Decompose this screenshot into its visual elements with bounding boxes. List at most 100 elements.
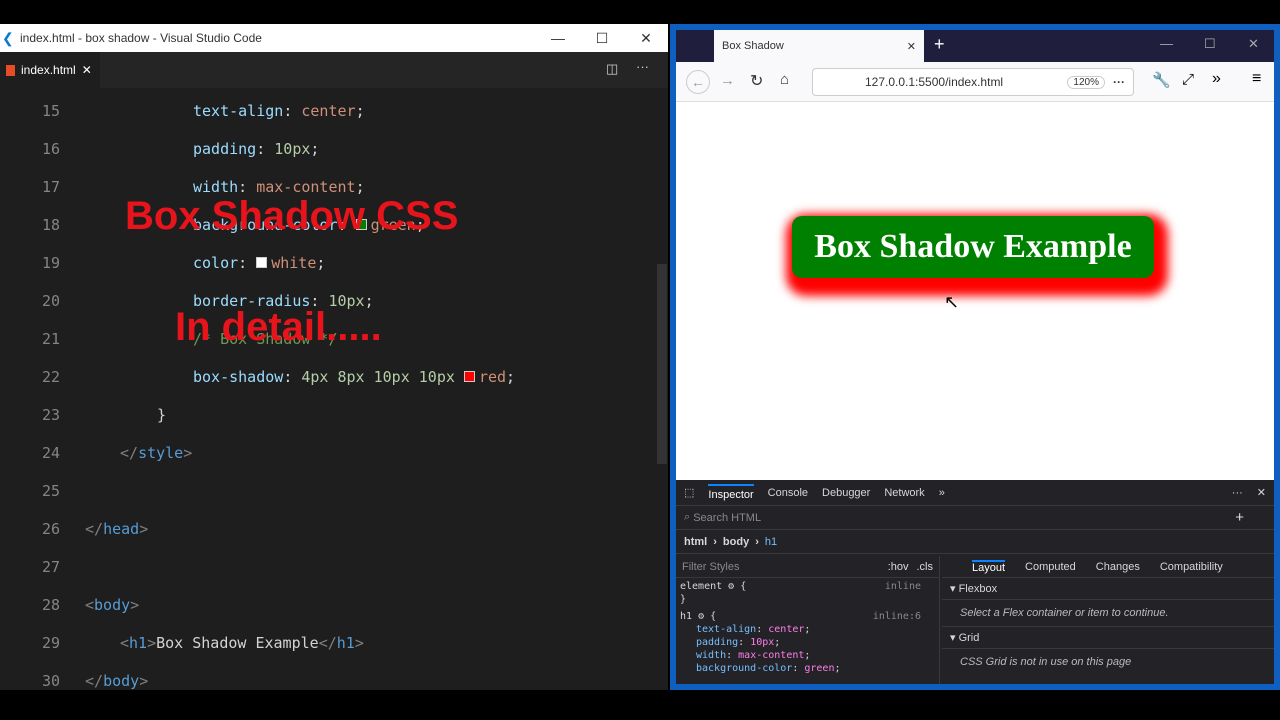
code-token: ;: [316, 254, 326, 272]
vscode-window: ❮ index.html - box shadow - Visual Studi…: [0, 24, 668, 690]
minimize-button[interactable]: —: [536, 30, 580, 46]
code-token: ;: [506, 368, 516, 386]
code-token: </: [85, 672, 104, 690]
search-html-placeholder: Search HTML: [693, 511, 762, 524]
split-editor-icon[interactable]: ◫: [606, 61, 618, 77]
crumb-body[interactable]: body: [723, 536, 749, 548]
code-line[interactable]: 23}: [0, 406, 668, 426]
maximize-icon[interactable]: ☐: [1204, 36, 1216, 52]
css-declaration[interactable]: text-align: center;: [696, 623, 935, 636]
tab-changes[interactable]: Changes: [1096, 561, 1140, 573]
line-number: 19: [41, 254, 60, 272]
code-editor[interactable]: 15 text-align: center; 16 padding: 10px; 17 w…: [0, 88, 668, 690]
tab-compatibility[interactable]: Compatibility: [1160, 561, 1223, 573]
tab-layout[interactable]: Layout: [972, 559, 1006, 574]
code-text: padding: 10px;: [193, 140, 319, 158]
code-line[interactable]: 24 </style>: [0, 444, 668, 464]
fullscreen-icon[interactable]: ⤢: [1182, 71, 1194, 88]
editor-scrollbar[interactable]: [657, 264, 667, 464]
devtools-tabs: ⬚ Inspector Console Debugger Network » ·…: [676, 480, 1274, 506]
code-token: >: [139, 672, 149, 690]
browser-tab-title: Box Shadow: [722, 40, 784, 52]
code-line[interactable]: 28 <body>: [0, 596, 668, 616]
line-number: 27: [41, 558, 60, 576]
code-token: }: [157, 406, 167, 424]
flexbox-section[interactable]: Flexbox: [959, 583, 998, 595]
close-devtools-icon[interactable]: ✕: [1257, 486, 1266, 499]
code-token: head: [103, 520, 140, 538]
tab-console[interactable]: Console: [768, 487, 808, 499]
decl-value: max-content: [738, 650, 805, 661]
flexbox-message: Select a Flex container or item to conti…: [942, 600, 1274, 627]
tab-inspector[interactable]: Inspector: [708, 484, 754, 501]
search-html[interactable]: ⌕ Search HTML +: [676, 506, 1274, 530]
css-declaration[interactable]: background-color: green;: [696, 662, 935, 675]
line-number: 15: [41, 102, 60, 120]
options-icon[interactable]: ···: [1232, 487, 1243, 499]
tab-network[interactable]: Network: [884, 487, 924, 499]
pick-element-icon[interactable]: ⬚: [684, 486, 694, 499]
maximize-button[interactable]: ☐: [580, 30, 624, 47]
code-line[interactable]: 15 text-align: center;: [0, 102, 668, 122]
new-tab-icon[interactable]: +: [934, 34, 945, 55]
code-line[interactable]: 30 </body>: [0, 672, 668, 690]
minimize-icon[interactable]: —: [1160, 36, 1173, 51]
home-icon[interactable]: ⌂: [780, 71, 789, 88]
code-text: color: white;: [193, 254, 325, 272]
code-token: :: [283, 102, 302, 120]
css-declaration[interactable]: width: max-content;: [696, 649, 935, 662]
tab-computed[interactable]: Computed: [1025, 561, 1076, 573]
code-line[interactable]: 19 color: white;: [0, 254, 668, 274]
overflow-icon[interactable]: »: [1212, 70, 1221, 88]
code-line[interactable]: 26 </head>: [0, 520, 668, 540]
cls-button[interactable]: .cls: [917, 561, 934, 573]
more-actions-icon[interactable]: ···: [636, 59, 649, 74]
mouse-cursor-icon: ↖: [944, 292, 960, 312]
tab-index-html[interactable]: index.html ✕: [0, 52, 100, 88]
code-token: text-align: [193, 102, 284, 120]
menu-icon[interactable]: ≡: [1252, 70, 1261, 88]
code-line[interactable]: 22 box-shadow: 4px 8px 10px 10px red;: [0, 368, 668, 388]
code-line[interactable]: 29 <h1>Box Shadow Example</h1>: [0, 634, 668, 654]
add-node-icon[interactable]: +: [1235, 509, 1244, 526]
reload-icon[interactable]: ↻: [750, 71, 763, 91]
box-shadow-heading: Box Shadow Example: [792, 216, 1154, 278]
close-icon[interactable]: ✕: [1248, 36, 1259, 52]
grid-section[interactable]: Grid: [959, 632, 980, 644]
firefox-window: Box Shadow ✕ + — ☐ ✕ ← → ↻ ⌂ 127.0.0.1:55…: [670, 24, 1280, 690]
url-bar[interactable]: 127.0.0.1:5500/index.html 120% ···: [812, 68, 1134, 96]
code-token: body: [103, 672, 140, 690]
page-actions-icon[interactable]: ···: [1113, 75, 1125, 89]
rule-source[interactable]: inline: [885, 580, 921, 593]
code-line[interactable]: 25: [0, 482, 668, 502]
back-icon[interactable]: ←: [686, 70, 710, 94]
css-declaration[interactable]: padding: 10px;: [696, 636, 935, 649]
crumb-html[interactable]: html: [684, 536, 707, 548]
browser-tab[interactable]: Box Shadow ✕: [714, 30, 924, 62]
more-tabs-icon[interactable]: »: [939, 487, 945, 499]
code-token: >: [183, 444, 193, 462]
zoom-badge[interactable]: 120%: [1067, 75, 1105, 89]
code-token: 10px: [274, 140, 311, 158]
crumb-h1[interactable]: h1: [765, 536, 777, 548]
line-number: 22: [41, 368, 60, 386]
filter-styles-input[interactable]: Filter Styles: [682, 561, 739, 573]
decl-prop: text-align: [696, 624, 757, 635]
code-text: box-shadow: 4px 8px 10px 10px red;: [193, 368, 515, 386]
line-number: 21: [41, 330, 60, 348]
tab-close-icon[interactable]: ✕: [82, 63, 92, 77]
tab-close-icon[interactable]: ✕: [907, 40, 916, 53]
code-line[interactable]: 27: [0, 558, 668, 578]
tab-debugger[interactable]: Debugger: [822, 487, 870, 499]
overlay-subtitle: In detail.....: [175, 305, 382, 349]
rule-source[interactable]: inline:6: [873, 610, 921, 623]
hov-button[interactable]: :hov: [888, 561, 909, 573]
code-line[interactable]: 16 padding: 10px;: [0, 140, 668, 160]
code-token: h1: [129, 634, 148, 652]
close-window-button[interactable]: ✕: [624, 30, 668, 47]
forward-icon[interactable]: →: [720, 72, 735, 89]
wrench-icon[interactable]: 🔧: [1152, 71, 1171, 89]
tab-label: index.html: [21, 63, 76, 77]
decl-value: 10px: [750, 637, 775, 648]
code-text: }: [157, 406, 166, 424]
